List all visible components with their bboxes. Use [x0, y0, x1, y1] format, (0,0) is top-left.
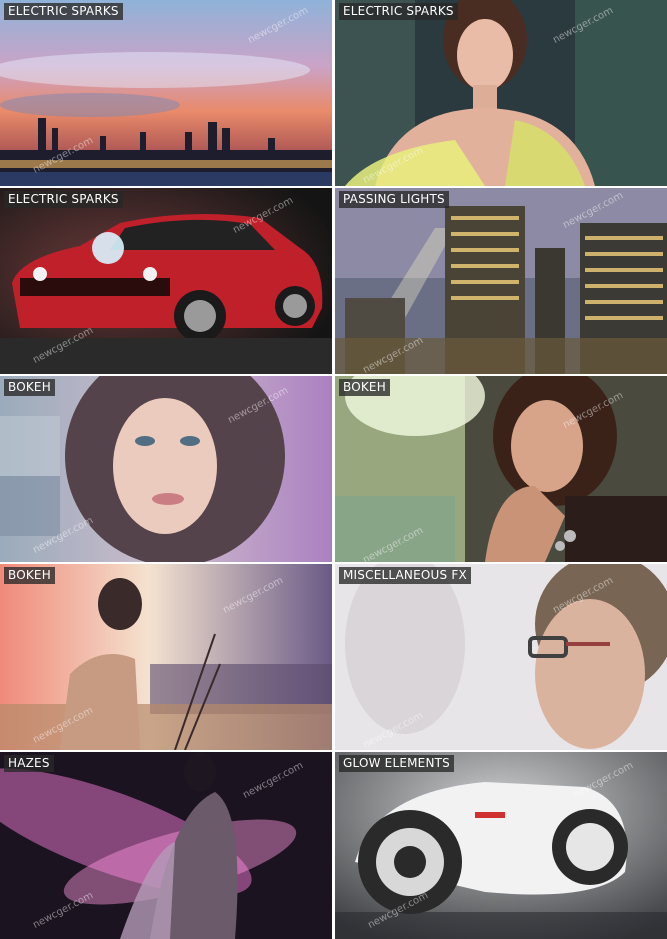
tile-miscellaneous-fx[interactable]: MISCELLANEOUS FX: [335, 564, 667, 750]
bokeh-sunset-thumbnail: [0, 564, 332, 750]
tile-label: GLOW ELEMENTS: [339, 755, 454, 772]
tile-label: PASSING LIGHTS: [339, 191, 449, 208]
tile-label: ELECTRIC SPARKS: [4, 191, 123, 208]
tile-bokeh-sunset[interactable]: BOKEH: [0, 564, 332, 750]
tile-bokeh-face[interactable]: BOKEH: [0, 376, 332, 562]
effects-preview-grid: ELECTRIC SPARKS ELECTRIC SPARKS ELECTRIC…: [0, 0, 667, 939]
tile-label: BOKEH: [4, 567, 55, 584]
tile-label: ELECTRIC SPARKS: [339, 3, 458, 20]
misc-fx-thumbnail: [335, 564, 667, 750]
portrait-thumbnail: [335, 0, 667, 186]
tile-label: BOKEH: [339, 379, 390, 396]
tile-label: MISCELLANEOUS FX: [339, 567, 471, 584]
city-thumbnail: [335, 188, 667, 374]
tile-electric-sparks-portrait[interactable]: ELECTRIC SPARKS: [335, 0, 667, 186]
tile-label: ELECTRIC SPARKS: [4, 3, 123, 20]
bokeh-face-thumbnail: [0, 376, 332, 562]
tile-label: BOKEH: [4, 379, 55, 396]
tile-passing-lights[interactable]: PASSING LIGHTS: [335, 188, 667, 374]
tile-label: HAZES: [4, 755, 54, 772]
